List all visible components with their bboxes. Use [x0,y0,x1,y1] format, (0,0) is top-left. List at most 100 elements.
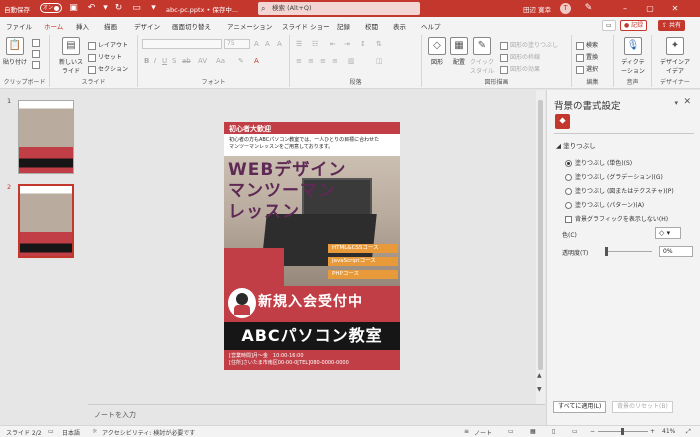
save-icon[interactable]: ▣ [68,3,79,14]
scroll-down-icon[interactable]: ▼ [537,386,542,393]
hide-graphics-checkbox[interactable]: 背景グラフィックを表示しない(H) [565,214,668,223]
zoom-level[interactable]: 41% [662,428,675,435]
design-ideas-button[interactable]: ✦ デザインアイデア [658,37,692,75]
highlight-icon[interactable]: ✎ [238,57,244,65]
course-html[interactable]: HTML&CSSコース [328,244,398,253]
slide-sorter-icon[interactable]: ▦ [530,428,536,435]
language-icon[interactable]: ▭ [48,428,54,435]
tab-record[interactable]: 記録 [337,21,350,31]
cut-button[interactable] [32,39,42,47]
bold-icon[interactable]: B [144,57,149,65]
new-slide-button[interactable]: ▤ 新しいスライド [58,37,84,75]
slideshow-icon[interactable]: ▭ [572,428,578,435]
tab-view[interactable]: 表示 [393,21,406,31]
undo-icon[interactable]: ↶ [86,3,97,14]
select-button[interactable]: 選択 [576,64,598,74]
tab-slideshow[interactable]: スライド ショー [282,21,330,31]
align-left-icon[interactable]: ≡ [296,57,302,65]
text-direction-icon[interactable]: ⇅ [376,40,382,48]
notes-icon[interactable]: ≡ [464,428,469,435]
section-button[interactable]: セクション [88,64,128,74]
reading-view-icon[interactable]: ▯ [552,428,555,435]
course-php[interactable]: PHPコース [328,270,398,279]
tab-draw[interactable]: 描画 [104,21,117,31]
numbering-icon[interactable]: ☷ [312,40,318,48]
scroll-up-icon[interactable]: ▲ [537,372,542,379]
tab-design[interactable]: デザイン [134,21,160,31]
slide-photo[interactable]: WEBデザイン マンツーマン レッスン HTML&CSSコース JavaScri… [224,156,400,306]
search-box[interactable]: ⌕ 検索 (Alt+Q) [258,2,420,15]
radio-picture-fill[interactable]: 塗りつぶし (図またはテクスチャ)(P) [565,186,674,195]
shape-outline-button[interactable]: 図形の枠線 [500,52,540,62]
find-button[interactable]: 検索 [576,40,598,50]
pane-close-icon[interactable]: ✕ [683,97,691,107]
transparency-input[interactable]: 0% [659,246,693,257]
avatar[interactable]: T [560,3,571,14]
accessibility-icon[interactable]: ☼ [92,428,97,435]
columns-icon[interactable]: ▥ [348,57,355,65]
record-button[interactable]: ● 記録 [620,20,648,31]
maximize-icon[interactable]: ▢ [643,2,657,15]
shape-fill-button[interactable]: 図形の塗りつぶし [500,40,558,50]
zoom-in-icon[interactable]: + [650,428,655,435]
case-icon[interactable]: Aa [216,57,225,65]
undo-dropdown-icon[interactable]: ▾ [100,3,111,14]
editor-scroll-thumb[interactable] [538,100,543,370]
slide-thumbnail-2[interactable] [18,184,74,258]
tab-transitions[interactable]: 画面切り替え [172,21,211,31]
tab-review[interactable]: 校閲 [365,21,378,31]
slide-thumbnail-1[interactable] [18,100,74,174]
increase-indent-icon[interactable]: ⇥ [344,40,350,48]
slide-school-name[interactable]: ABCパソコン教室 [224,322,400,350]
transparency-slider[interactable] [607,251,652,252]
fill-bucket-icon[interactable]: ⬥ [555,114,570,129]
decrease-indent-icon[interactable]: ⇤ [330,40,336,48]
clear-format-icon[interactable]: A [277,40,282,48]
fill-section-header[interactable]: ◢ 塗りつぶし [556,140,596,150]
spacing-icon[interactable]: AV [198,57,207,65]
transparency-slider-handle[interactable] [605,247,608,256]
dictate-button[interactable]: 🎙 ディクテーション [620,37,646,75]
font-name-field[interactable] [142,39,222,49]
notes-toggle[interactable]: ノート [474,428,492,437]
layout-button[interactable]: レイアウト [88,40,128,50]
slide-intro[interactable]: 初心者の方もABCパソコン教室では、一人ひとりの目標に合わせた マンツーマンレッ… [224,134,400,156]
tab-home[interactable]: ホーム [44,21,64,35]
zoom-out-icon[interactable]: − [590,428,595,435]
paste-button[interactable]: 📋 貼り付け [2,37,28,66]
align-right-icon[interactable]: ≡ [320,57,326,65]
radio-solid-fill[interactable]: 塗りつぶし (単色)(S) [565,158,632,167]
zoom-slider-handle[interactable] [621,428,624,435]
reset-background-button[interactable]: 背景のリセット(B) [612,401,673,413]
redo-icon[interactable]: ↻ [113,3,124,14]
pane-options-icon[interactable]: ▾ [674,99,678,107]
apply-all-button[interactable]: すべてに適用(L) [553,401,607,413]
shadow-icon[interactable]: S [172,57,176,65]
tab-animations[interactable]: アニメーション [227,21,272,31]
fit-to-window-icon[interactable]: ⤢ [686,428,691,436]
line-spacing-icon[interactable]: ↕ [360,40,366,48]
document-title[interactable]: abc-pc.pptx • 保存中... [166,4,238,14]
slide-header[interactable]: 初心者大歓迎 [224,122,400,134]
decrease-font-icon[interactable]: A [265,40,270,48]
customize-toolbar-icon[interactable]: ▾ [148,3,159,14]
font-color-icon[interactable]: A [254,57,259,65]
increase-font-icon[interactable]: A [254,40,259,48]
align-center-icon[interactable]: ≡ [308,57,314,65]
radio-gradient-fill[interactable]: 塗りつぶし (グラデーション)(G) [565,172,663,181]
normal-view-icon[interactable]: ▭ [508,428,514,435]
format-painter-button[interactable] [32,61,42,69]
autosave-toggle[interactable]: オン [40,3,62,13]
editor-scrollbar[interactable]: ▲ ▼ [536,90,545,404]
tab-help[interactable]: ヘルプ [421,21,441,31]
slide-banner[interactable]: 新規入会受付中 [224,286,400,322]
share-button[interactable]: ⇪ 共有 [658,20,685,31]
minimize-icon[interactable]: – [618,2,632,15]
tab-insert[interactable]: 挿入 [76,21,89,31]
shape-effects-button[interactable]: 図形の効果 [500,64,540,74]
radio-pattern-fill[interactable]: 塗りつぶし (パターン)(A) [565,200,644,209]
copy-button[interactable] [32,50,42,58]
slide-info[interactable]: [営業時間]月～金 10:00-16:00 [住所]さいたま市南区00-00-0… [224,350,400,370]
underline-icon[interactable]: U [162,57,167,65]
close-icon[interactable]: ✕ [668,2,682,15]
